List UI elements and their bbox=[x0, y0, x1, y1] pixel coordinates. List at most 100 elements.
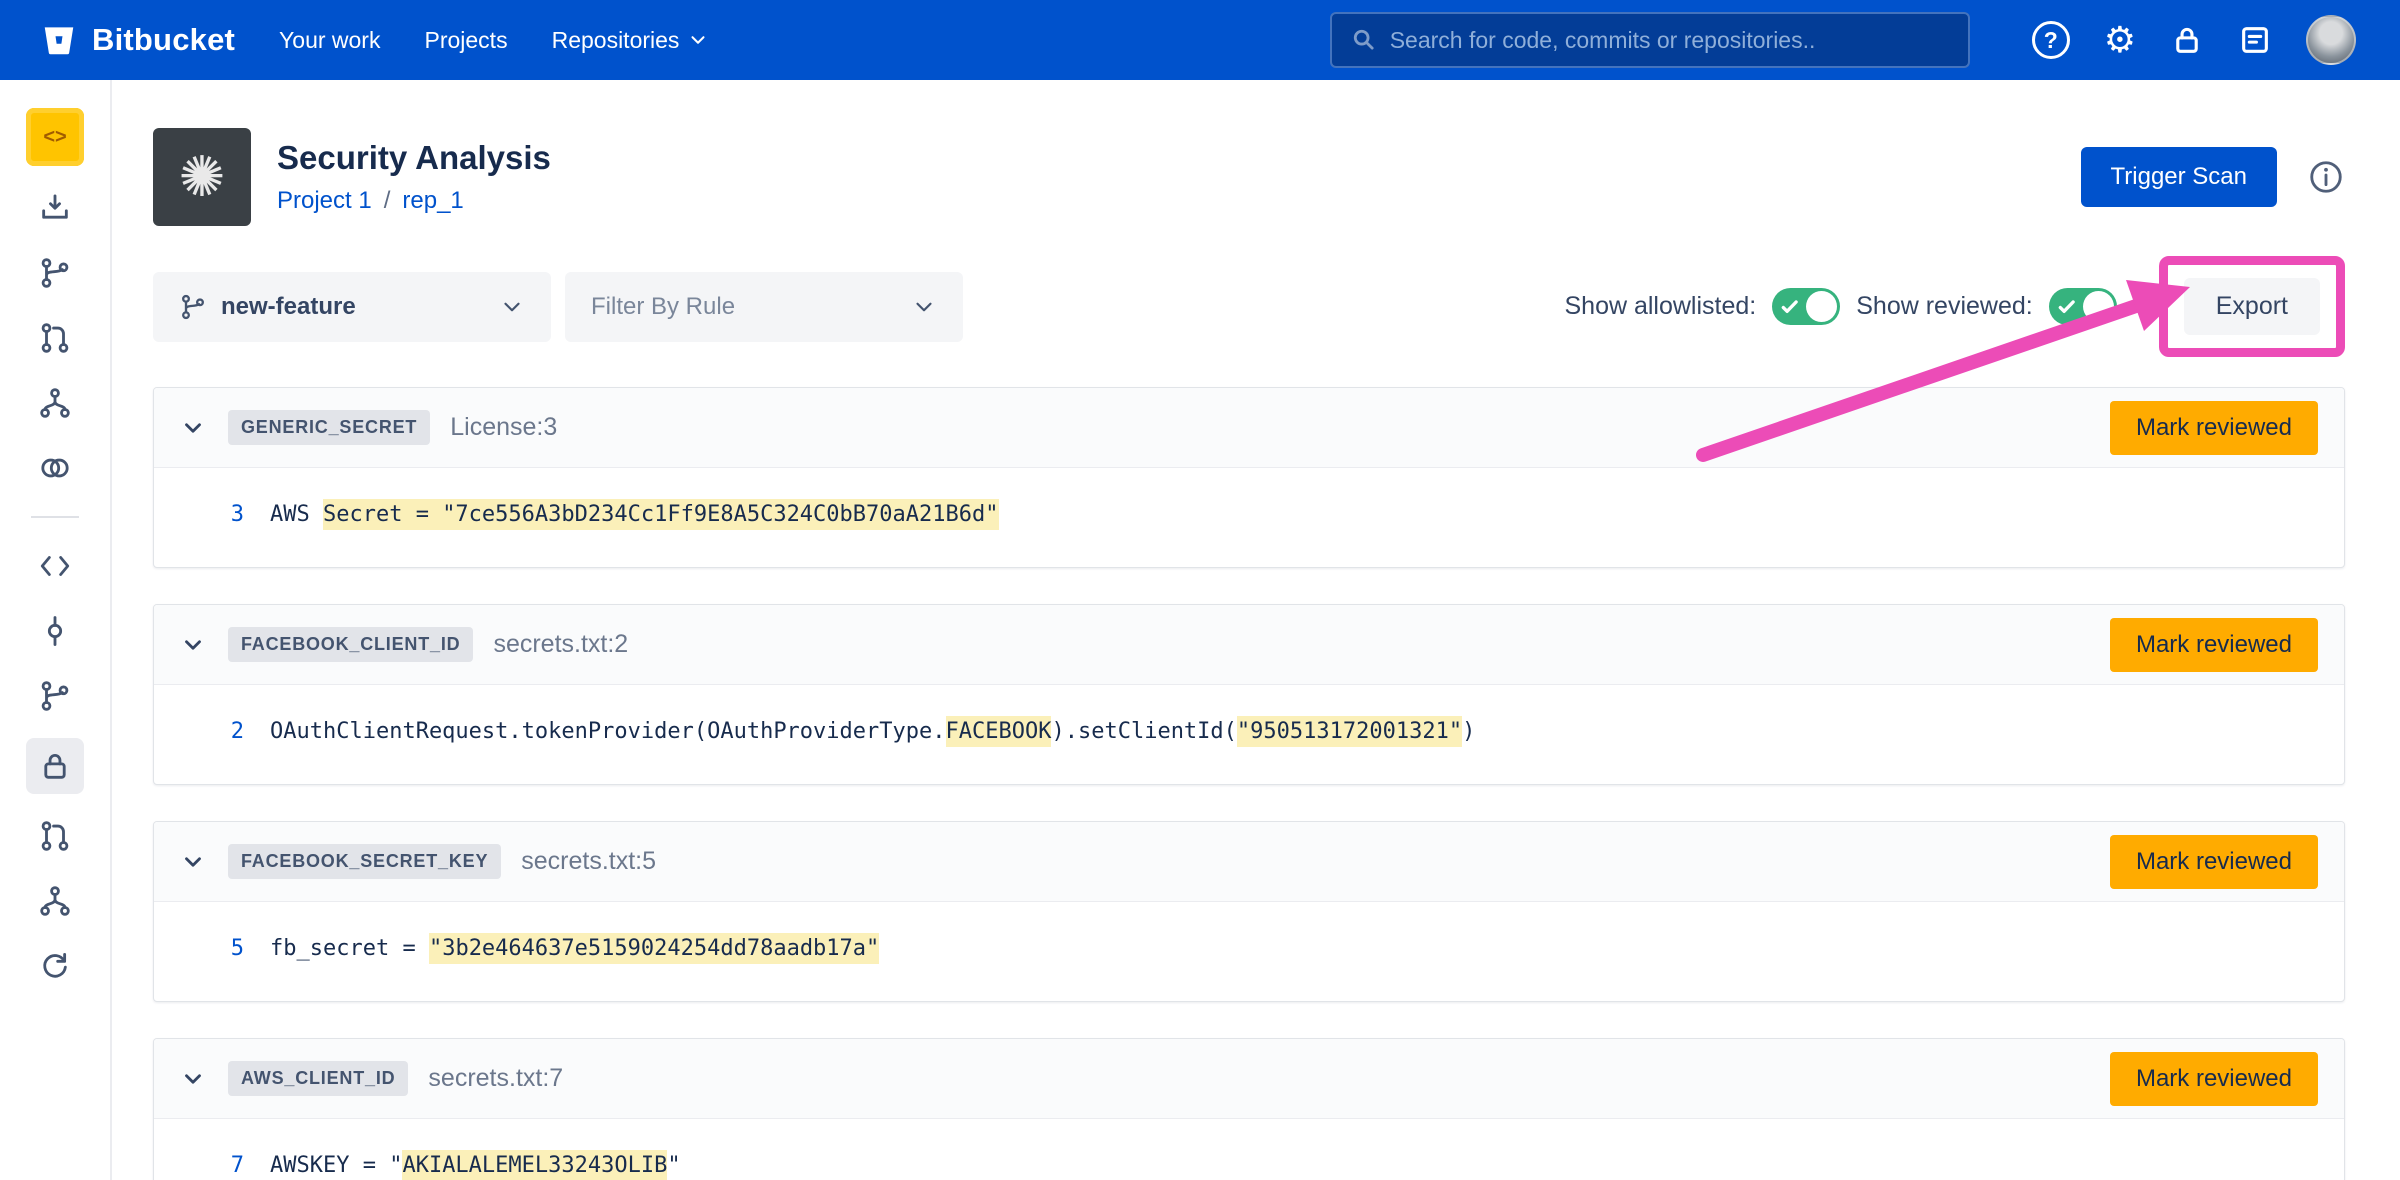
sidebar-item-branches[interactable] bbox=[26, 673, 84, 719]
sidebar-item-pull-requests-2[interactable] bbox=[26, 813, 84, 859]
code-line: OAuthClientRequest.tokenProvider(OAuthPr… bbox=[270, 719, 1475, 744]
sidebar-item-pipelines[interactable] bbox=[26, 380, 84, 426]
mark-reviewed-button[interactable]: Mark reviewed bbox=[2110, 1052, 2318, 1106]
sidebar-item-commits[interactable] bbox=[26, 608, 84, 654]
sidebar-item-sync[interactable] bbox=[26, 943, 84, 989]
finding-body: 5 fb_secret = "3b2e464637e5159024254dd78… bbox=[154, 902, 2344, 1001]
show-reviewed-label: Show reviewed: bbox=[1856, 292, 2032, 321]
sidebar-item-source[interactable] bbox=[26, 543, 84, 589]
branch-dropdown[interactable]: new-feature bbox=[153, 272, 551, 342]
show-reviewed-toggle[interactable] bbox=[2049, 288, 2117, 325]
sidebar-item-pull-requests[interactable] bbox=[26, 315, 84, 361]
top-nav: Bitbucket Your work Projects Repositorie… bbox=[0, 0, 2400, 80]
info-icon[interactable] bbox=[2307, 158, 2345, 196]
bitbucket-logo[interactable]: Bitbucket bbox=[40, 21, 235, 59]
lock-icon[interactable] bbox=[2170, 23, 2204, 57]
fork-icon bbox=[38, 884, 72, 918]
sidebar-item-compare[interactable] bbox=[26, 445, 84, 491]
gear-icon[interactable]: ⚙ bbox=[2104, 22, 2136, 58]
sidebar-item-security[interactable] bbox=[26, 738, 84, 794]
nav-item-your-work[interactable]: Your work bbox=[279, 27, 380, 54]
show-allowlisted-label: Show allowlisted: bbox=[1564, 292, 1756, 321]
main-content: ✺ Security Analysis Project 1 / rep_1 Tr… bbox=[112, 80, 2400, 1180]
finding-location: secrets.txt:2 bbox=[493, 630, 628, 659]
pull-request-icon bbox=[38, 321, 72, 355]
pipelines-fork-icon bbox=[38, 386, 72, 420]
finding-location: secrets.txt:7 bbox=[428, 1064, 563, 1093]
finding-header[interactable]: AWS_CLIENT_ID secrets.txt:7 Mark reviewe… bbox=[154, 1039, 2344, 1119]
mark-reviewed-button[interactable]: Mark reviewed bbox=[2110, 835, 2318, 889]
page-title: Security Analysis bbox=[277, 139, 551, 177]
finding-card: FACEBOOK_CLIENT_ID secrets.txt:2 Mark re… bbox=[153, 604, 2345, 785]
clone-download-icon bbox=[38, 191, 72, 225]
finding-location: secrets.txt:5 bbox=[521, 847, 656, 876]
refresh-icon bbox=[38, 949, 72, 983]
rule-filter-value: Filter By Rule bbox=[591, 293, 897, 321]
chevron-down-icon[interactable] bbox=[180, 1066, 206, 1092]
left-sidebar: <> bbox=[0, 80, 112, 1180]
finding-body: 7 AWSKEY = "AKIALALEMEL33243OLIB" bbox=[154, 1119, 2344, 1180]
feedback-icon[interactable] bbox=[2238, 23, 2272, 57]
mark-reviewed-button[interactable]: Mark reviewed bbox=[2110, 401, 2318, 455]
branch-dropdown-value: new-feature bbox=[221, 293, 485, 321]
breadcrumb: Project 1 / rep_1 bbox=[277, 187, 551, 215]
bitbucket-bucket-icon bbox=[40, 21, 78, 59]
mark-reviewed-button[interactable]: Mark reviewed bbox=[2110, 618, 2318, 672]
trigger-scan-button[interactable]: Trigger Scan bbox=[2081, 147, 2278, 207]
finding-location: License:3 bbox=[450, 413, 557, 442]
nav-item-repositories[interactable]: Repositories bbox=[552, 27, 710, 54]
sidebar-item-forks[interactable] bbox=[26, 878, 84, 924]
brand-name: Bitbucket bbox=[92, 22, 235, 58]
branch-icon bbox=[38, 256, 72, 290]
line-number: 2 bbox=[180, 719, 244, 744]
search-input[interactable] bbox=[1390, 27, 1950, 54]
show-allowlisted-toggle[interactable] bbox=[1772, 288, 1840, 325]
chevron-down-icon[interactable] bbox=[180, 849, 206, 875]
export-button[interactable]: Export bbox=[2184, 278, 2320, 335]
nav-item-repositories-label: Repositories bbox=[552, 27, 680, 54]
user-avatar[interactable] bbox=[2306, 15, 2356, 65]
project-avatar: ✺ bbox=[153, 128, 251, 226]
compare-circles-icon bbox=[38, 451, 72, 485]
code-line: AWS Secret = "7ce556A3bD234Cc1Ff9E8A5C32… bbox=[270, 502, 999, 527]
breadcrumb-repo-link[interactable]: rep_1 bbox=[402, 187, 463, 215]
chevron-down-icon bbox=[499, 294, 525, 320]
chevron-down-icon[interactable] bbox=[180, 632, 206, 658]
help-icon[interactable]: ? bbox=[2032, 21, 2070, 59]
finding-header[interactable]: FACEBOOK_CLIENT_ID secrets.txt:2 Mark re… bbox=[154, 605, 2344, 685]
breadcrumb-separator: / bbox=[384, 187, 391, 215]
line-number: 3 bbox=[180, 502, 244, 527]
code-icon bbox=[38, 549, 72, 583]
rule-badge: GENERIC_SECRET bbox=[228, 410, 430, 445]
code-line: AWSKEY = "AKIALALEMEL33243OLIB" bbox=[270, 1153, 681, 1178]
rule-filter-dropdown[interactable]: Filter By Rule bbox=[565, 272, 963, 342]
search-icon bbox=[1350, 26, 1378, 54]
line-number: 7 bbox=[180, 1153, 244, 1178]
sidebar-item-branch[interactable] bbox=[26, 250, 84, 296]
chevron-down-icon[interactable] bbox=[180, 415, 206, 441]
nav-item-projects[interactable]: Projects bbox=[424, 27, 507, 54]
sidebar-divider bbox=[31, 516, 79, 518]
page-header: ✺ Security Analysis Project 1 / rep_1 Tr… bbox=[153, 128, 2345, 226]
rule-badge: FACEBOOK_CLIENT_ID bbox=[228, 627, 473, 662]
chevron-down-icon bbox=[687, 29, 709, 51]
pull-request-icon bbox=[38, 819, 72, 853]
finding-header[interactable]: FACEBOOK_SECRET_KEY secrets.txt:5 Mark r… bbox=[154, 822, 2344, 902]
rule-badge: FACEBOOK_SECRET_KEY bbox=[228, 844, 501, 879]
line-number: 5 bbox=[180, 936, 244, 961]
breadcrumb-project-link[interactable]: Project 1 bbox=[277, 187, 372, 215]
repo-avatar[interactable]: <> bbox=[26, 108, 84, 166]
security-lock-icon bbox=[38, 749, 72, 783]
nav-icon-group: ? ⚙ bbox=[2032, 15, 2356, 65]
finding-header[interactable]: GENERIC_SECRET License:3 Mark reviewed bbox=[154, 388, 2344, 468]
commit-icon bbox=[38, 614, 72, 648]
check-icon bbox=[1780, 297, 1800, 317]
finding-body: 3 AWS Secret = "7ce556A3bD234Cc1Ff9E8A5C… bbox=[154, 468, 2344, 567]
sidebar-item-clone[interactable] bbox=[26, 185, 84, 231]
toggle-knob bbox=[1806, 291, 1837, 322]
filter-bar: new-feature Filter By Rule Show allowlis… bbox=[153, 256, 2345, 357]
rule-badge: AWS_CLIENT_ID bbox=[228, 1061, 408, 1096]
finding-card: GENERIC_SECRET License:3 Mark reviewed 3… bbox=[153, 387, 2345, 568]
global-search[interactable] bbox=[1330, 12, 1970, 68]
annotation-highlight-box: Export bbox=[2159, 256, 2345, 357]
